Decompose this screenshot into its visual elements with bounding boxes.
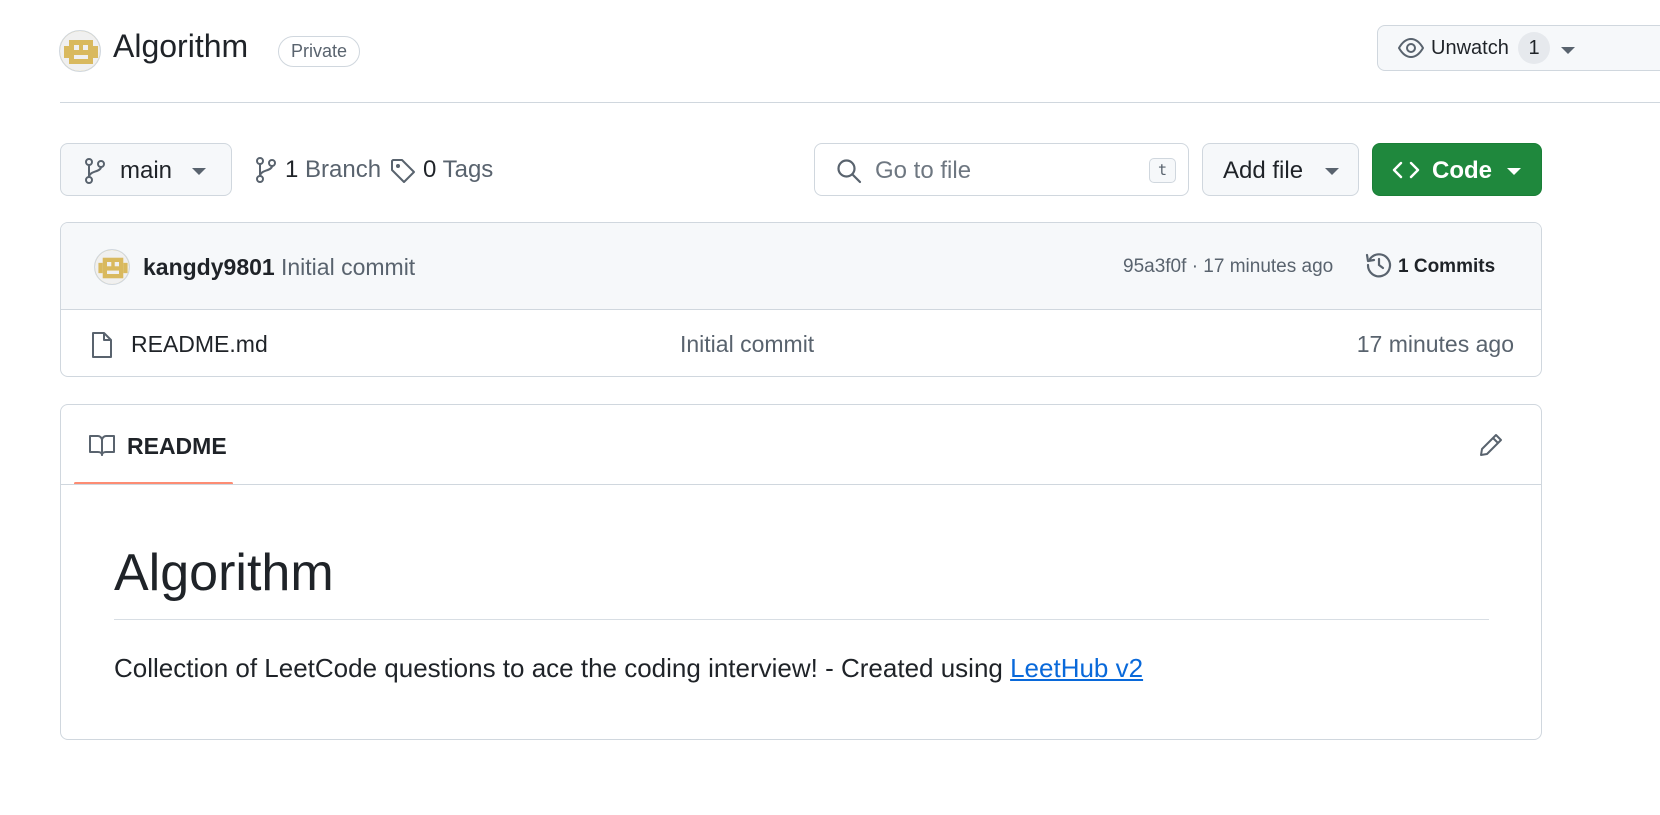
commits-history-link[interactable]: 1 Commits	[1365, 251, 1505, 281]
file-commit-message[interactable]: Initial commit	[680, 331, 814, 358]
header-divider	[60, 102, 1660, 103]
history-icon	[1365, 253, 1392, 278]
code-label: Code	[1432, 157, 1492, 184]
go-to-file-search[interactable]: Go to file	[814, 143, 1189, 196]
readme-paragraph: Collection of LeetCode questions to ace …	[114, 653, 1143, 684]
readme-paragraph-text: Collection of LeetCode questions to ace …	[114, 653, 1011, 683]
book-icon	[89, 435, 115, 456]
readme-tab[interactable]: README	[74, 405, 233, 485]
repo-title[interactable]: Algorithm	[113, 28, 248, 65]
unwatch-label: Unwatch	[1431, 37, 1509, 59]
tags-count: 0	[423, 156, 437, 183]
readme-panel: README Algorithm Collection of LeetCode …	[60, 404, 1542, 740]
visibility-badge: Private	[278, 36, 361, 67]
pencil-icon[interactable]	[1477, 431, 1505, 459]
tag-icon	[391, 159, 415, 183]
tags-label: Tags	[442, 156, 494, 183]
branch-icon	[85, 158, 105, 184]
avatar-identicon	[60, 31, 100, 71]
commit-hash[interactable]: 95a3f0f	[1123, 256, 1186, 277]
file-updated-time: 17 minutes ago	[1356, 331, 1514, 357]
latest-commit-bar: kangdy9801 Initial commit 95a3f0f · 17 m…	[61, 223, 1541, 310]
search-shortcut-key: t	[1149, 158, 1176, 183]
readme-heading-rule	[114, 619, 1489, 620]
file-icon	[92, 332, 112, 358]
branch-icon	[256, 157, 276, 183]
add-file-button[interactable]: Add file	[1202, 143, 1359, 196]
branch-selector[interactable]: main	[60, 143, 232, 196]
readme-tab-label: README	[127, 433, 227, 459]
commit-author[interactable]: kangdy9801	[143, 254, 275, 281]
commit-time: 17 minutes ago	[1203, 256, 1334, 277]
caret-down-icon	[192, 168, 206, 175]
branches-count: 1	[285, 156, 299, 183]
commits-count: 1 Commits	[1398, 256, 1496, 277]
tags-link[interactable]: 0 Tags	[390, 143, 494, 196]
add-file-label: Add file	[1223, 157, 1304, 184]
commit-message[interactable]: Initial commit	[281, 254, 415, 281]
readme-heading: Algorithm	[114, 544, 334, 602]
file-row[interactable]: README.md Initial commit 17 minutes ago	[61, 311, 1541, 376]
branches-link[interactable]: 1 Branch	[254, 143, 382, 196]
search-icon	[837, 159, 862, 184]
caret-down-icon	[1325, 168, 1339, 175]
branch-name: main	[120, 157, 173, 184]
caret-down-icon	[1561, 47, 1575, 54]
unwatch-button[interactable]: Unwatch 1	[1377, 25, 1660, 71]
eye-icon	[1398, 38, 1424, 58]
commit-author-avatar[interactable]	[94, 249, 130, 285]
branches-label: Branch	[305, 156, 382, 183]
watchers-count: 1	[1518, 32, 1550, 64]
code-button[interactable]: Code	[1372, 143, 1542, 196]
avatar-identicon	[95, 250, 129, 284]
readme-header-divider	[61, 484, 1541, 485]
commit-separator: ·	[1191, 256, 1199, 277]
search-placeholder: Go to file	[875, 157, 972, 184]
file-browser: kangdy9801 Initial commit 95a3f0f · 17 m…	[60, 222, 1542, 377]
leethub-link[interactable]: LeetHub v2	[1010, 653, 1143, 683]
code-icon	[1392, 161, 1420, 179]
repo-owner-avatar[interactable]	[59, 30, 101, 72]
caret-down-icon	[1507, 168, 1521, 175]
file-name[interactable]: README.md	[131, 331, 268, 358]
